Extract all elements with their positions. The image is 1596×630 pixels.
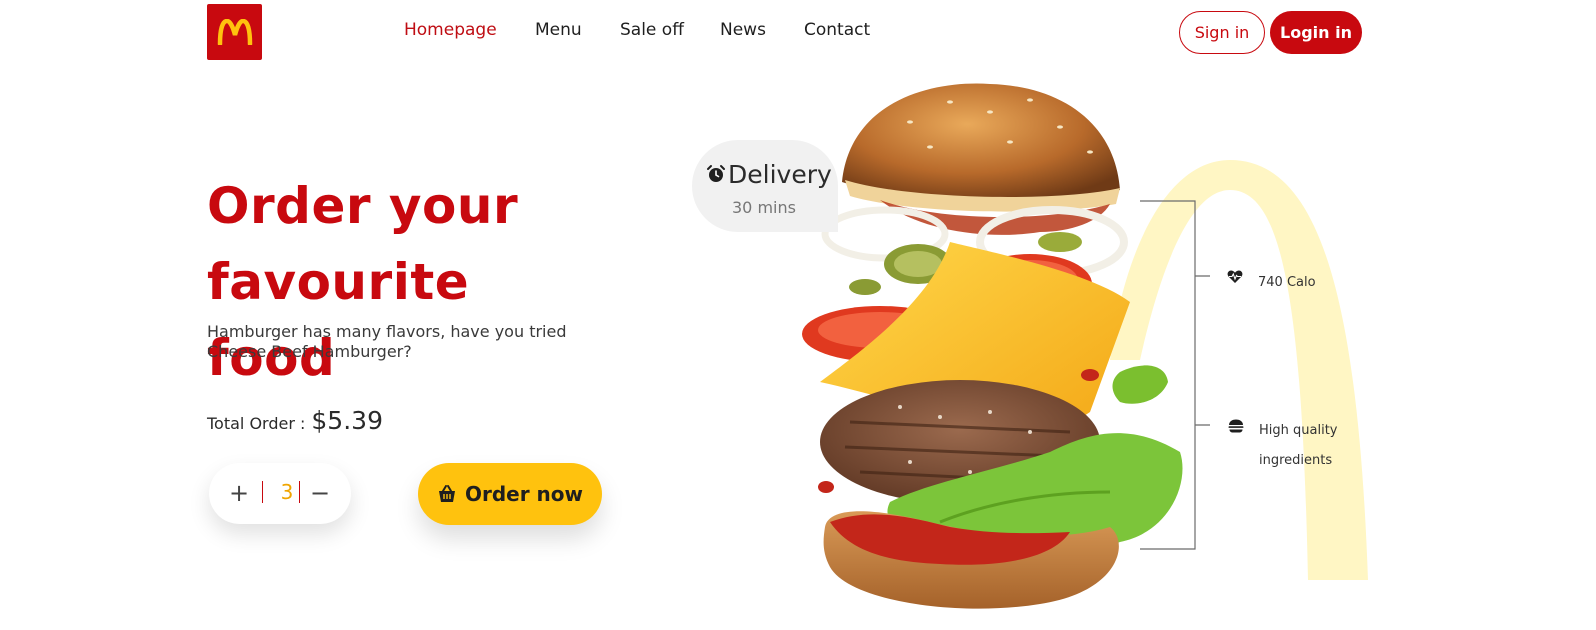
golden-arches-icon (217, 19, 252, 45)
quality-feature: High quality ingredients (1259, 416, 1337, 476)
total-order: Total Order : $5.39 (207, 406, 383, 435)
heart-pulse-icon (1227, 270, 1243, 283)
delivery-badge: Delivery 30 mins (692, 140, 838, 232)
quantity-stepper: + 3 − (209, 463, 351, 524)
calorie-feature: 740 Calo (1258, 275, 1316, 290)
increase-quantity-button[interactable]: + (219, 473, 259, 513)
hero-subtitle: Hamburger has many flavors, have you tri… (207, 322, 567, 361)
alarm-clock-icon (707, 165, 725, 182)
nav-contact[interactable]: Contact (804, 20, 870, 40)
callout-bracket (1140, 200, 1210, 550)
brand-logo[interactable] (207, 4, 262, 60)
nav-menu[interactable]: Menu (535, 20, 582, 40)
nav-homepage[interactable]: Homepage (404, 20, 497, 40)
basket-icon (438, 485, 455, 502)
order-now-button[interactable]: Order now (418, 463, 602, 525)
signin-button[interactable]: Sign in (1179, 11, 1265, 54)
nav-sale-off[interactable]: Sale off (620, 20, 684, 40)
quality-feature-line2: ingredients (1259, 453, 1333, 468)
total-order-value: $5.39 (311, 406, 383, 435)
burger-icon (1228, 419, 1244, 433)
hero-title-line1: Order your favourite (207, 177, 519, 311)
nav-news[interactable]: News (720, 20, 766, 40)
decrease-quantity-button[interactable]: − (300, 473, 340, 513)
delivery-time: 30 mins (732, 198, 796, 217)
delivery-title: Delivery (728, 160, 832, 189)
quantity-value: 3 (280, 480, 294, 504)
total-order-label: Total Order : (207, 414, 306, 433)
stepper-divider (262, 481, 263, 503)
order-now-label: Order now (464, 482, 584, 506)
quality-feature-line1: High quality (1259, 423, 1338, 438)
login-button[interactable]: Login in (1270, 11, 1362, 54)
